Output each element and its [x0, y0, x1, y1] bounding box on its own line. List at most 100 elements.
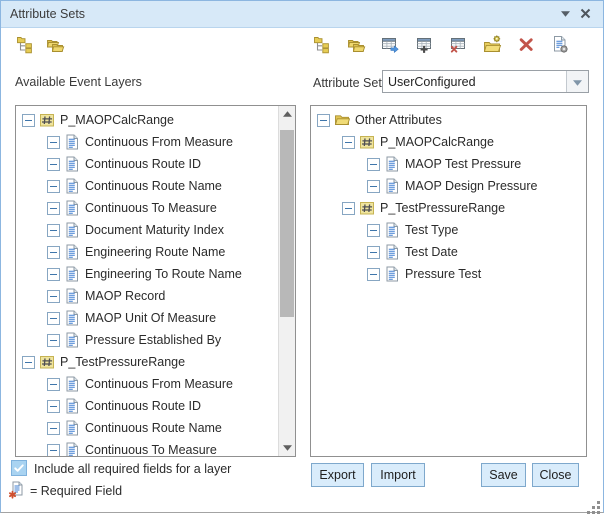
collapse-toggle[interactable] — [47, 378, 60, 391]
collapse-toggle[interactable] — [47, 400, 60, 413]
collapse-toggle[interactable] — [22, 114, 35, 127]
export-button[interactable]: Export — [311, 463, 364, 487]
tree-node[interactable]: MAOP Test Pressure — [311, 153, 586, 175]
tree-node[interactable]: Pressure Test — [311, 263, 586, 285]
tree-node[interactable]: Continuous Route ID — [16, 395, 278, 417]
save-button[interactable]: Save — [481, 463, 526, 487]
tree-node-label: Pressure Established By — [85, 333, 221, 347]
event-layer-icon — [39, 112, 55, 128]
scroll-up-arrow[interactable] — [279, 106, 295, 122]
collapse-toggle[interactable] — [47, 312, 60, 325]
attribute-set-dropdown-value: UserConfigured — [383, 75, 566, 89]
tree-node[interactable]: Continuous From Measure — [16, 131, 278, 153]
collapse-toggle[interactable] — [47, 444, 60, 457]
collapse-toggle[interactable] — [317, 114, 330, 127]
tree-node-label: P_TestPressureRange — [60, 355, 185, 369]
dropdown-arrow-button[interactable] — [566, 71, 588, 92]
tree-node[interactable]: Continuous Route Name — [16, 175, 278, 197]
tree-node-label: Test Type — [405, 223, 458, 237]
tree-node[interactable]: P_MAOPCalcRange — [311, 131, 586, 153]
include-required-checkbox[interactable] — [11, 460, 27, 476]
field-doc-icon — [64, 310, 80, 326]
toolbar-open-layer-folder-button[interactable] — [44, 36, 66, 58]
tree-node[interactable]: Document Maturity Index — [16, 219, 278, 241]
scroll-down-arrow[interactable] — [279, 440, 295, 456]
collapse-toggle[interactable] — [47, 136, 60, 149]
toolbar-attribute-set-properties-button[interactable] — [549, 36, 571, 58]
collapse-toggle[interactable] — [47, 268, 60, 281]
collapse-toggle[interactable] — [367, 246, 380, 259]
tree-node-label: Other Attributes — [355, 113, 442, 127]
collapse-toggle[interactable] — [47, 224, 60, 237]
collapse-toggle[interactable] — [367, 268, 380, 281]
layers-toolbar — [14, 36, 66, 58]
toolbar-new-folder-button[interactable] — [481, 36, 503, 58]
collapse-toggle[interactable] — [342, 136, 355, 149]
toolbar-add-attribute-tree-button[interactable] — [311, 36, 333, 58]
tree-node[interactable]: Engineering To Route Name — [16, 263, 278, 285]
tree-node[interactable]: Test Date — [311, 241, 586, 263]
field-doc-icon — [64, 244, 80, 260]
tree-node[interactable]: Continuous From Measure — [16, 373, 278, 395]
titlebar[interactable]: Attribute Sets — [1, 1, 603, 28]
collapse-toggle[interactable] — [47, 290, 60, 303]
collapse-toggle[interactable] — [22, 356, 35, 369]
close-icon[interactable] — [577, 5, 594, 22]
vertical-scrollbar[interactable] — [278, 106, 295, 456]
tree-node[interactable]: Continuous Route ID — [16, 153, 278, 175]
tree-node[interactable]: MAOP Design Pressure — [311, 175, 586, 197]
tree-node[interactable]: Pressure Established By — [16, 329, 278, 351]
tree-node-label: Continuous To Measure — [85, 443, 217, 456]
tree-node[interactable]: MAOP Record — [16, 285, 278, 307]
tree-node[interactable]: P_TestPressureRange — [16, 351, 278, 373]
available-layers-tree: P_MAOPCalcRangeContinuous From MeasureCo… — [16, 106, 278, 456]
tree-node[interactable]: Engineering Route Name — [16, 241, 278, 263]
field-doc-icon — [64, 376, 80, 392]
red-x-icon — [517, 35, 536, 59]
window-menu-caret-icon[interactable] — [557, 5, 574, 22]
collapse-toggle[interactable] — [367, 180, 380, 193]
collapse-toggle[interactable] — [342, 202, 355, 215]
folder-open-icon — [334, 112, 350, 128]
folder-gear-icon — [483, 35, 502, 59]
tree-node[interactable]: Continuous Route Name — [16, 417, 278, 439]
collapse-toggle[interactable] — [47, 180, 60, 193]
tree-node-label: Continuous To Measure — [85, 201, 217, 215]
tree-node[interactable]: Continuous To Measure — [16, 197, 278, 219]
toolbar-add-event-layers-button[interactable] — [14, 36, 36, 58]
toolbar-open-attribute-folder-button[interactable] — [345, 36, 367, 58]
tree-node[interactable]: P_TestPressureRange — [311, 197, 586, 219]
collapse-toggle[interactable] — [47, 334, 60, 347]
toolbar-remove-item-button[interactable] — [515, 36, 537, 58]
tree-node[interactable]: MAOP Unit Of Measure — [16, 307, 278, 329]
toolbar-new-attribute-set-button[interactable] — [413, 36, 435, 58]
field-doc-icon — [64, 222, 80, 238]
import-button[interactable]: Import — [371, 463, 425, 487]
available-layers-panel: P_MAOPCalcRangeContinuous From MeasureCo… — [15, 105, 296, 457]
collapse-toggle[interactable] — [47, 202, 60, 215]
toolbar-delete-attribute-set-button[interactable] — [447, 36, 469, 58]
field-doc-icon — [64, 178, 80, 194]
collapse-toggle[interactable] — [47, 422, 60, 435]
toolbar-export-attribute-set-button[interactable] — [379, 36, 401, 58]
close-button[interactable]: Close — [532, 463, 579, 487]
table-x-icon — [449, 35, 468, 59]
collapse-toggle[interactable] — [367, 158, 380, 171]
tree-node[interactable]: Test Type — [311, 219, 586, 241]
collapse-toggle[interactable] — [47, 246, 60, 259]
required-field-icon — [8, 481, 26, 499]
field-doc-icon — [64, 266, 80, 282]
resize-grip[interactable] — [586, 500, 602, 516]
attribute-set-label: Attribute Set: — [313, 75, 385, 91]
attribute-set-dropdown[interactable]: UserConfigured — [382, 70, 589, 93]
collapse-toggle[interactable] — [367, 224, 380, 237]
tree-node[interactable]: P_MAOPCalcRange — [16, 109, 278, 131]
field-doc-icon — [384, 244, 400, 260]
tree-node[interactable]: Other Attributes — [311, 109, 586, 131]
collapse-toggle[interactable] — [47, 158, 60, 171]
attribute-set-panel: Other Attributes P_MAOPCalcRangeMAOP Test… — [310, 105, 587, 457]
tree-node-label: Continuous From Measure — [85, 135, 233, 149]
tree-node-label: Pressure Test — [405, 267, 481, 281]
tree-node[interactable]: Continuous To Measure — [16, 439, 278, 456]
scrollbar-thumb[interactable] — [280, 130, 294, 317]
